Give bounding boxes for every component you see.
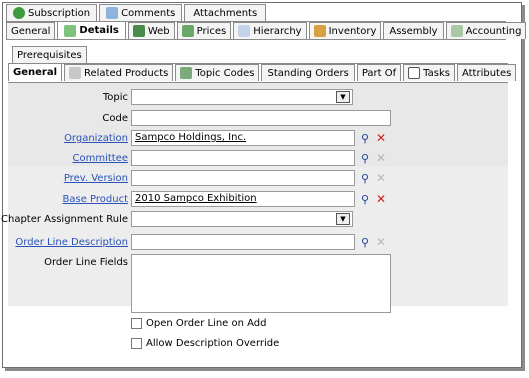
related-icon bbox=[69, 67, 81, 79]
chapter-assignment-rule-label: Chapter Assignment Rule bbox=[1, 214, 128, 225]
find-icon[interactable]: ⚲ bbox=[358, 171, 372, 185]
tab-label: Topic Codes bbox=[195, 67, 255, 79]
order-line-fields-label: Order Line Fields bbox=[44, 257, 128, 268]
tab-web[interactable]: Web bbox=[127, 22, 175, 39]
find-icon[interactable]: ⚲ bbox=[358, 235, 372, 249]
tab-label: Comments bbox=[121, 7, 176, 19]
tab-row-3: Prerequisites bbox=[12, 46, 89, 63]
tab-label: Inventory bbox=[328, 25, 377, 37]
tab-row-2: General Details Web Prices Hierarchy Inv… bbox=[6, 21, 528, 39]
tab-row-1: Subscription Comments Attachments bbox=[6, 4, 268, 21]
topic-label: Topic bbox=[102, 92, 128, 103]
tab-inventory[interactable]: Inventory bbox=[308, 22, 382, 39]
tab-label: Related Products bbox=[84, 67, 169, 79]
tab-label: Prices bbox=[196, 25, 227, 37]
find-icon[interactable]: ⚲ bbox=[358, 192, 372, 206]
tab-topic-codes[interactable]: Topic Codes bbox=[175, 64, 260, 81]
tab-attributes[interactable]: Attributes bbox=[456, 64, 517, 81]
committee-link[interactable]: Committee bbox=[72, 153, 128, 164]
prev-version-field[interactable] bbox=[131, 170, 355, 186]
tab-comments[interactable]: Comments bbox=[99, 4, 183, 21]
general-form-panel: Topic ▼ Code Organization Sampco Holding… bbox=[1, 82, 508, 358]
tab-label: Assembly bbox=[389, 25, 438, 37]
open-order-line-checkbox[interactable] bbox=[131, 318, 142, 329]
accounting-icon bbox=[450, 25, 463, 37]
organization-link[interactable]: Organization bbox=[64, 133, 128, 144]
hierarchy-icon bbox=[238, 25, 251, 37]
allow-description-override-checkbox[interactable] bbox=[131, 338, 142, 349]
order-line-description-link[interactable]: Order Line Description bbox=[15, 237, 128, 248]
organization-field[interactable]: Sampco Holdings, Inc. bbox=[131, 130, 355, 146]
tab-label: Part Of bbox=[361, 67, 397, 79]
prev-version-link[interactable]: Prev. Version bbox=[64, 173, 128, 184]
find-icon[interactable]: ⚲ bbox=[358, 151, 372, 165]
tab-label: General bbox=[13, 67, 57, 78]
delete-icon: ✕ bbox=[375, 235, 387, 249]
tab-label: Tasks bbox=[423, 67, 450, 79]
tab-row-4: General Related Products Topic Codes Sta… bbox=[8, 63, 518, 81]
tab-assembly[interactable]: Assembly bbox=[383, 22, 444, 39]
tab-label: Prerequisites bbox=[17, 49, 82, 61]
tab-label: Web bbox=[147, 25, 170, 37]
chevron-down-icon[interactable]: ▼ bbox=[336, 213, 350, 225]
base-product-value[interactable]: 2010 Sampco Exhibition bbox=[135, 193, 257, 204]
tab-label: Details bbox=[79, 25, 119, 36]
comments-icon bbox=[106, 7, 119, 19]
person-icon bbox=[13, 7, 25, 19]
tab-label: Hierarchy bbox=[253, 25, 302, 37]
chevron-down-icon[interactable]: ▼ bbox=[336, 91, 350, 103]
tab-general-sub[interactable]: General bbox=[8, 63, 62, 81]
tab-label: Standing Orders bbox=[267, 67, 349, 79]
delete-icon: ✕ bbox=[375, 151, 387, 165]
tab-tasks[interactable]: Tasks bbox=[403, 64, 455, 81]
order-line-fields-textarea[interactable] bbox=[131, 254, 391, 313]
base-product-field[interactable]: 2010 Sampco Exhibition bbox=[131, 191, 355, 207]
tab-label: Attachments bbox=[193, 7, 258, 19]
details-icon bbox=[64, 24, 77, 37]
topic-codes-icon bbox=[180, 67, 193, 79]
tab-label: General bbox=[11, 25, 51, 37]
tab-row-2-line bbox=[6, 39, 506, 40]
tab-attachments[interactable]: Attachments bbox=[184, 4, 267, 21]
tab-label: Subscription bbox=[28, 7, 91, 19]
tab-standing-orders[interactable]: Standing Orders bbox=[261, 64, 355, 81]
prices-icon bbox=[181, 25, 194, 37]
tab-related-products[interactable]: Related Products bbox=[64, 64, 174, 81]
organization-value[interactable]: Sampco Holdings, Inc. bbox=[135, 132, 246, 143]
tab-label: Accounting bbox=[465, 25, 522, 37]
topic-dropdown[interactable] bbox=[131, 89, 353, 105]
code-input[interactable] bbox=[131, 110, 391, 126]
tab-general-main[interactable]: General bbox=[6, 22, 56, 39]
allow-description-override-label: Allow Description Override bbox=[146, 338, 280, 349]
inventory-icon bbox=[313, 25, 326, 37]
open-order-line-label: Open Order Line on Add bbox=[146, 318, 267, 329]
tab-accounting[interactable]: Accounting bbox=[445, 22, 527, 39]
code-label: Code bbox=[102, 113, 128, 124]
committee-field[interactable] bbox=[131, 150, 355, 166]
delete-icon[interactable]: ✕ bbox=[374, 131, 388, 145]
tab-prerequisites[interactable]: Prerequisites bbox=[12, 46, 87, 63]
delete-icon[interactable]: ✕ bbox=[374, 192, 388, 206]
find-icon[interactable]: ⚲ bbox=[358, 131, 372, 145]
tab-subscription[interactable]: Subscription bbox=[6, 4, 98, 21]
tasks-icon bbox=[408, 67, 421, 79]
tab-label: Attributes bbox=[461, 67, 512, 79]
tab-prices[interactable]: Prices bbox=[176, 22, 232, 39]
chapter-assignment-rule-dropdown[interactable] bbox=[131, 211, 353, 227]
tab-part-of[interactable]: Part Of bbox=[356, 64, 402, 81]
tab-hierarchy[interactable]: Hierarchy bbox=[233, 22, 307, 39]
web-icon bbox=[132, 25, 145, 37]
order-line-description-field[interactable] bbox=[131, 234, 355, 250]
base-product-link[interactable]: Base Product bbox=[63, 194, 129, 205]
tab-details[interactable]: Details bbox=[57, 21, 126, 39]
delete-icon: ✕ bbox=[375, 171, 387, 185]
